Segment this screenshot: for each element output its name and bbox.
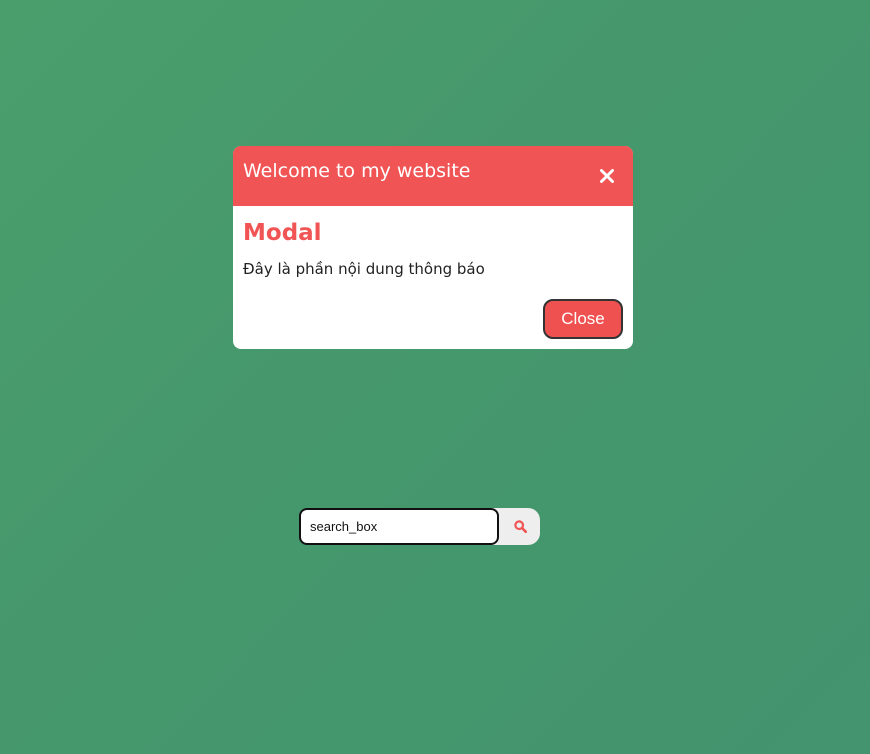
- modal-body-text: Đây là phần nội dung thông báo: [243, 260, 485, 278]
- close-x-icon: [600, 169, 614, 183]
- search-icon: [514, 520, 527, 533]
- welcome-modal: Welcome to my website Modal Đây là phần …: [233, 146, 633, 349]
- modal-title: Welcome to my website: [243, 160, 471, 182]
- search-input[interactable]: [299, 508, 499, 545]
- modal-heading: Modal: [243, 220, 322, 246]
- search-button[interactable]: [501, 508, 540, 545]
- modal-close-x-button[interactable]: [595, 164, 619, 188]
- modal-header: Welcome to my website: [233, 146, 633, 206]
- search-box: [299, 508, 540, 545]
- page-background: { "modal": { "title": "Welcome to my web…: [0, 0, 870, 754]
- modal-close-button[interactable]: Close: [543, 299, 623, 339]
